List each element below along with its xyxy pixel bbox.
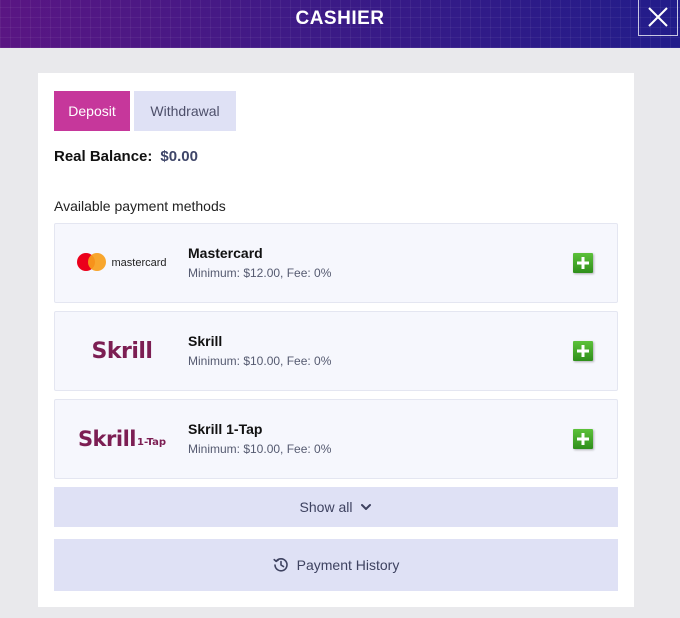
skrill-logo-text: Skrill: [91, 338, 153, 364]
add-mastercard-button[interactable]: [573, 253, 593, 273]
skrill-1-tap-logo: Skrill 1-Tap: [55, 400, 189, 478]
close-icon: [648, 7, 668, 27]
add-skrill-1-tap-button[interactable]: [573, 429, 593, 449]
balance-value: $0.00: [160, 148, 198, 165]
cashier-header: CASHIER: [0, 0, 680, 48]
mastercard-logo: mastercard: [55, 224, 189, 302]
mastercard-circles-icon: [77, 253, 107, 273]
add-skrill-button[interactable]: [573, 341, 593, 361]
method-detail: Minimum: $12.00, Fee: 0%: [188, 266, 332, 280]
cashier-panel: Deposit Withdrawal Real Balance: $0.00 Av…: [38, 73, 634, 607]
page-title: CASHIER: [295, 8, 385, 29]
real-balance: Real Balance: $0.00: [54, 148, 198, 165]
close-button[interactable]: [638, 0, 678, 36]
payment-method-skrill-1-tap[interactable]: Skrill 1-Tap Skrill 1-Tap Minimum: $10.0…: [54, 399, 618, 479]
method-detail: Minimum: $10.00, Fee: 0%: [188, 354, 332, 368]
payment-history-label: Payment History: [296, 557, 400, 573]
tab-withdrawal[interactable]: Withdrawal: [134, 91, 236, 131]
payment-history-button[interactable]: Payment History: [54, 539, 618, 591]
plus-icon: [577, 345, 589, 357]
balance-label: Real Balance:: [54, 148, 153, 165]
tab-deposit[interactable]: Deposit: [54, 91, 130, 131]
cashier-tabs: Deposit Withdrawal: [54, 91, 236, 131]
method-name: Mastercard: [188, 245, 263, 261]
payment-methods-heading: Available payment methods: [54, 198, 226, 214]
skrill-1-tap-logo-sub: 1-Tap: [136, 437, 167, 448]
method-detail: Minimum: $10.00, Fee: 0%: [188, 442, 332, 456]
skrill-1-tap-logo-text: Skrill: [77, 427, 137, 451]
plus-icon: [577, 433, 589, 445]
method-name: Skrill: [188, 333, 223, 349]
chevron-down-icon: [360, 503, 372, 511]
method-name: Skrill 1-Tap: [188, 421, 263, 437]
skrill-logo: Skrill: [55, 312, 189, 390]
show-all-button[interactable]: Show all: [54, 487, 618, 527]
show-all-label: Show all: [299, 499, 353, 515]
payment-method-mastercard[interactable]: mastercard Mastercard Minimum: $12.00, F…: [54, 223, 618, 303]
payment-method-skrill[interactable]: Skrill Skrill Minimum: $10.00, Fee: 0%: [54, 311, 618, 391]
plus-icon: [577, 257, 589, 269]
history-icon: [273, 557, 289, 573]
mastercard-logo-text: mastercard: [111, 257, 167, 269]
